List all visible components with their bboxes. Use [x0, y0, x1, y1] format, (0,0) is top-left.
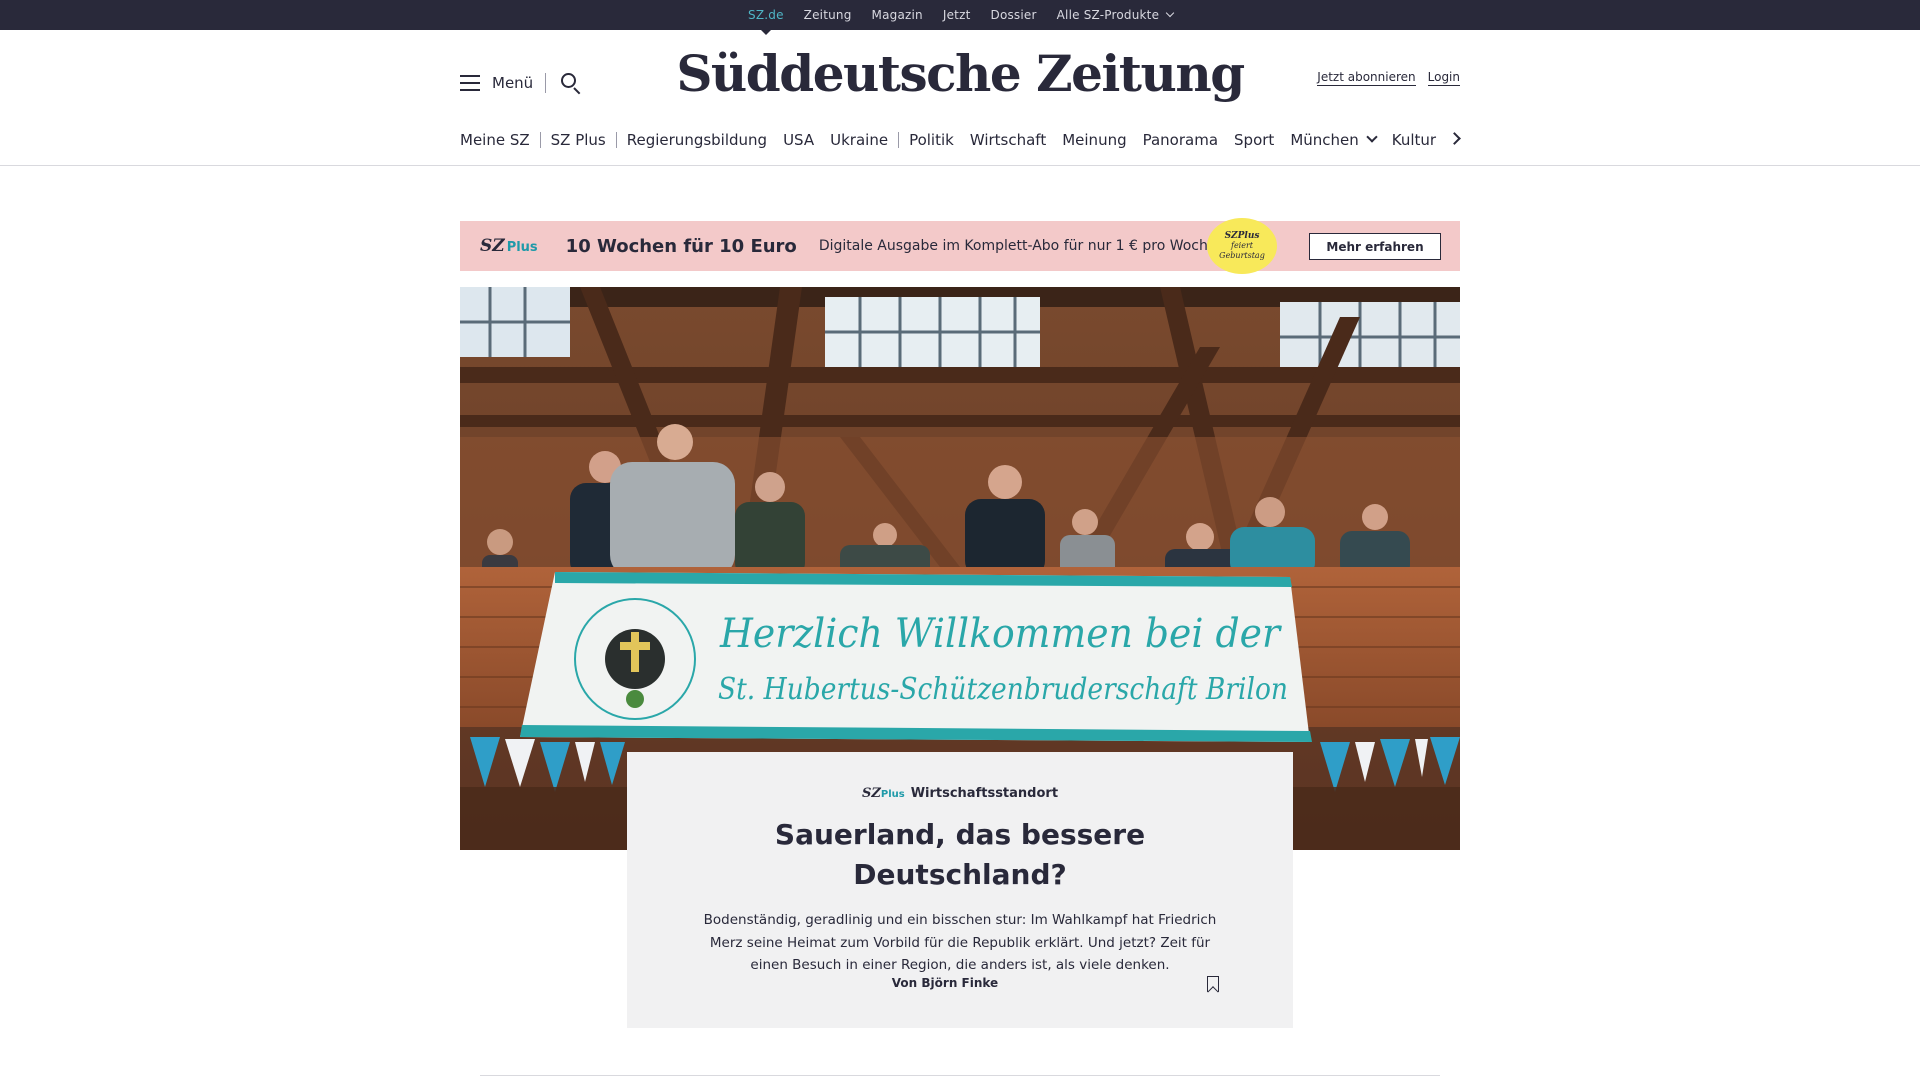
product-links: SZ.de Zeitung Magazin Jetzt Dossier Alle…: [748, 0, 1193, 35]
all-products-label: Alle SZ-Produkte: [1056, 8, 1160, 22]
nav-divider: [539, 132, 541, 148]
nav-item-muenchen-label: München: [1290, 131, 1359, 149]
article-author: Von Björn Finke: [891, 976, 999, 990]
article-kicker: SZPlus Wirtschaftsstandort: [627, 786, 1293, 801]
badge-line-2: Geburtstag: [1219, 251, 1265, 260]
kicker-logo-plus: Plus: [880, 789, 905, 800]
divider: [545, 73, 547, 93]
subscribe-link[interactable]: Jetzt abonnieren: [1317, 70, 1416, 86]
anniversary-badge: SZPlus feiert Geburtstag: [1207, 218, 1277, 274]
product-link-dossier[interactable]: Dossier: [991, 8, 1037, 22]
product-link-szde[interactable]: SZ.de: [748, 8, 784, 35]
site-logo[interactable]: Süddeutsche Zeitung: [560, 44, 1360, 104]
menu-button[interactable]: Menü: [492, 74, 533, 92]
badge-line-1: feiert: [1230, 241, 1254, 250]
login-link[interactable]: Login: [1427, 70, 1460, 86]
article-teaser-card[interactable]: SZPlus Wirtschaftsstandort Sauerland, da…: [627, 752, 1293, 1028]
sz-plus-logo-plus: Plus: [506, 240, 538, 255]
article-teaser: Bodenständig, geradlinig und ein bissche…: [703, 912, 1217, 973]
nav-divider: [615, 132, 617, 148]
promo-headline: 10 Wochen für 10 Euro: [565, 235, 797, 257]
nav-item-wirtschaft[interactable]: Wirtschaft: [970, 131, 1046, 149]
banner-line-2: St. Hubertus-Schützenbruderschaft Brilon: [718, 672, 1288, 707]
chevron-down-icon: [1366, 131, 1378, 143]
nav-item-meine-sz[interactable]: Meine SZ: [460, 131, 530, 149]
nav-item-muenchen[interactable]: München: [1290, 131, 1378, 149]
article-title[interactable]: Sauerland, das bessere Deutschland?: [700, 815, 1220, 895]
badge-logo: SZPlus: [1224, 231, 1260, 241]
product-bar: SZ.de Zeitung Magazin Jetzt Dossier Alle…: [0, 0, 1920, 35]
promo-text: Digitale Ausgabe im Komplett-Abo für nur…: [818, 238, 1221, 254]
hamburger-menu-icon[interactable]: [460, 75, 480, 91]
sz-plus-logo: SZPlus: [862, 786, 905, 801]
nav-item-regierungsbildung[interactable]: Regierungsbildung: [627, 131, 767, 149]
header-divider: [0, 165, 1920, 166]
section-divider: [480, 1075, 1440, 1076]
nav-item-usa[interactable]: USA: [783, 131, 814, 149]
product-link-all-products[interactable]: Alle SZ-Produkte: [1056, 8, 1175, 22]
product-link-jetzt[interactable]: Jetzt: [943, 8, 971, 22]
sz-plus-logo-sz: SZ: [480, 236, 505, 256]
nav-item-kultur[interactable]: Kultur: [1392, 131, 1436, 149]
nav-item-meinung[interactable]: Meinung: [1062, 131, 1126, 149]
nav-item-sz-plus[interactable]: SZ Plus: [551, 131, 606, 149]
banner-line-1: Herzlich Willkommen bei der: [719, 611, 1283, 657]
nav-item-panorama[interactable]: Panorama: [1143, 131, 1218, 149]
nav-item-sport[interactable]: Sport: [1234, 131, 1274, 149]
account-links: Jetzt abonnieren Login: [1305, 70, 1460, 86]
nav-item-ukraine[interactable]: Ukraine: [830, 131, 888, 149]
bookmark-icon[interactable]: [1207, 976, 1219, 992]
chevron-down-icon: [1165, 8, 1175, 18]
nav-item-politik[interactable]: Politik: [909, 131, 954, 149]
sz-plus-logo: SZPlus: [480, 236, 538, 256]
more-info-button[interactable]: Mehr erfahren: [1309, 233, 1441, 260]
product-link-magazin[interactable]: Magazin: [872, 8, 923, 22]
section-nav: Meine SZ SZ Plus Regierungsbildung USA U…: [460, 126, 1460, 154]
kicker-text: Wirtschaftsstandort: [910, 786, 1059, 801]
promo-banner[interactable]: SZ Plus 10 Wochen für 10 Euro Digitale Au…: [460, 218, 1460, 274]
kicker-logo-sz: SZ: [861, 786, 881, 801]
product-link-zeitung[interactable]: Zeitung: [804, 8, 852, 22]
nav-divider: [898, 132, 900, 148]
